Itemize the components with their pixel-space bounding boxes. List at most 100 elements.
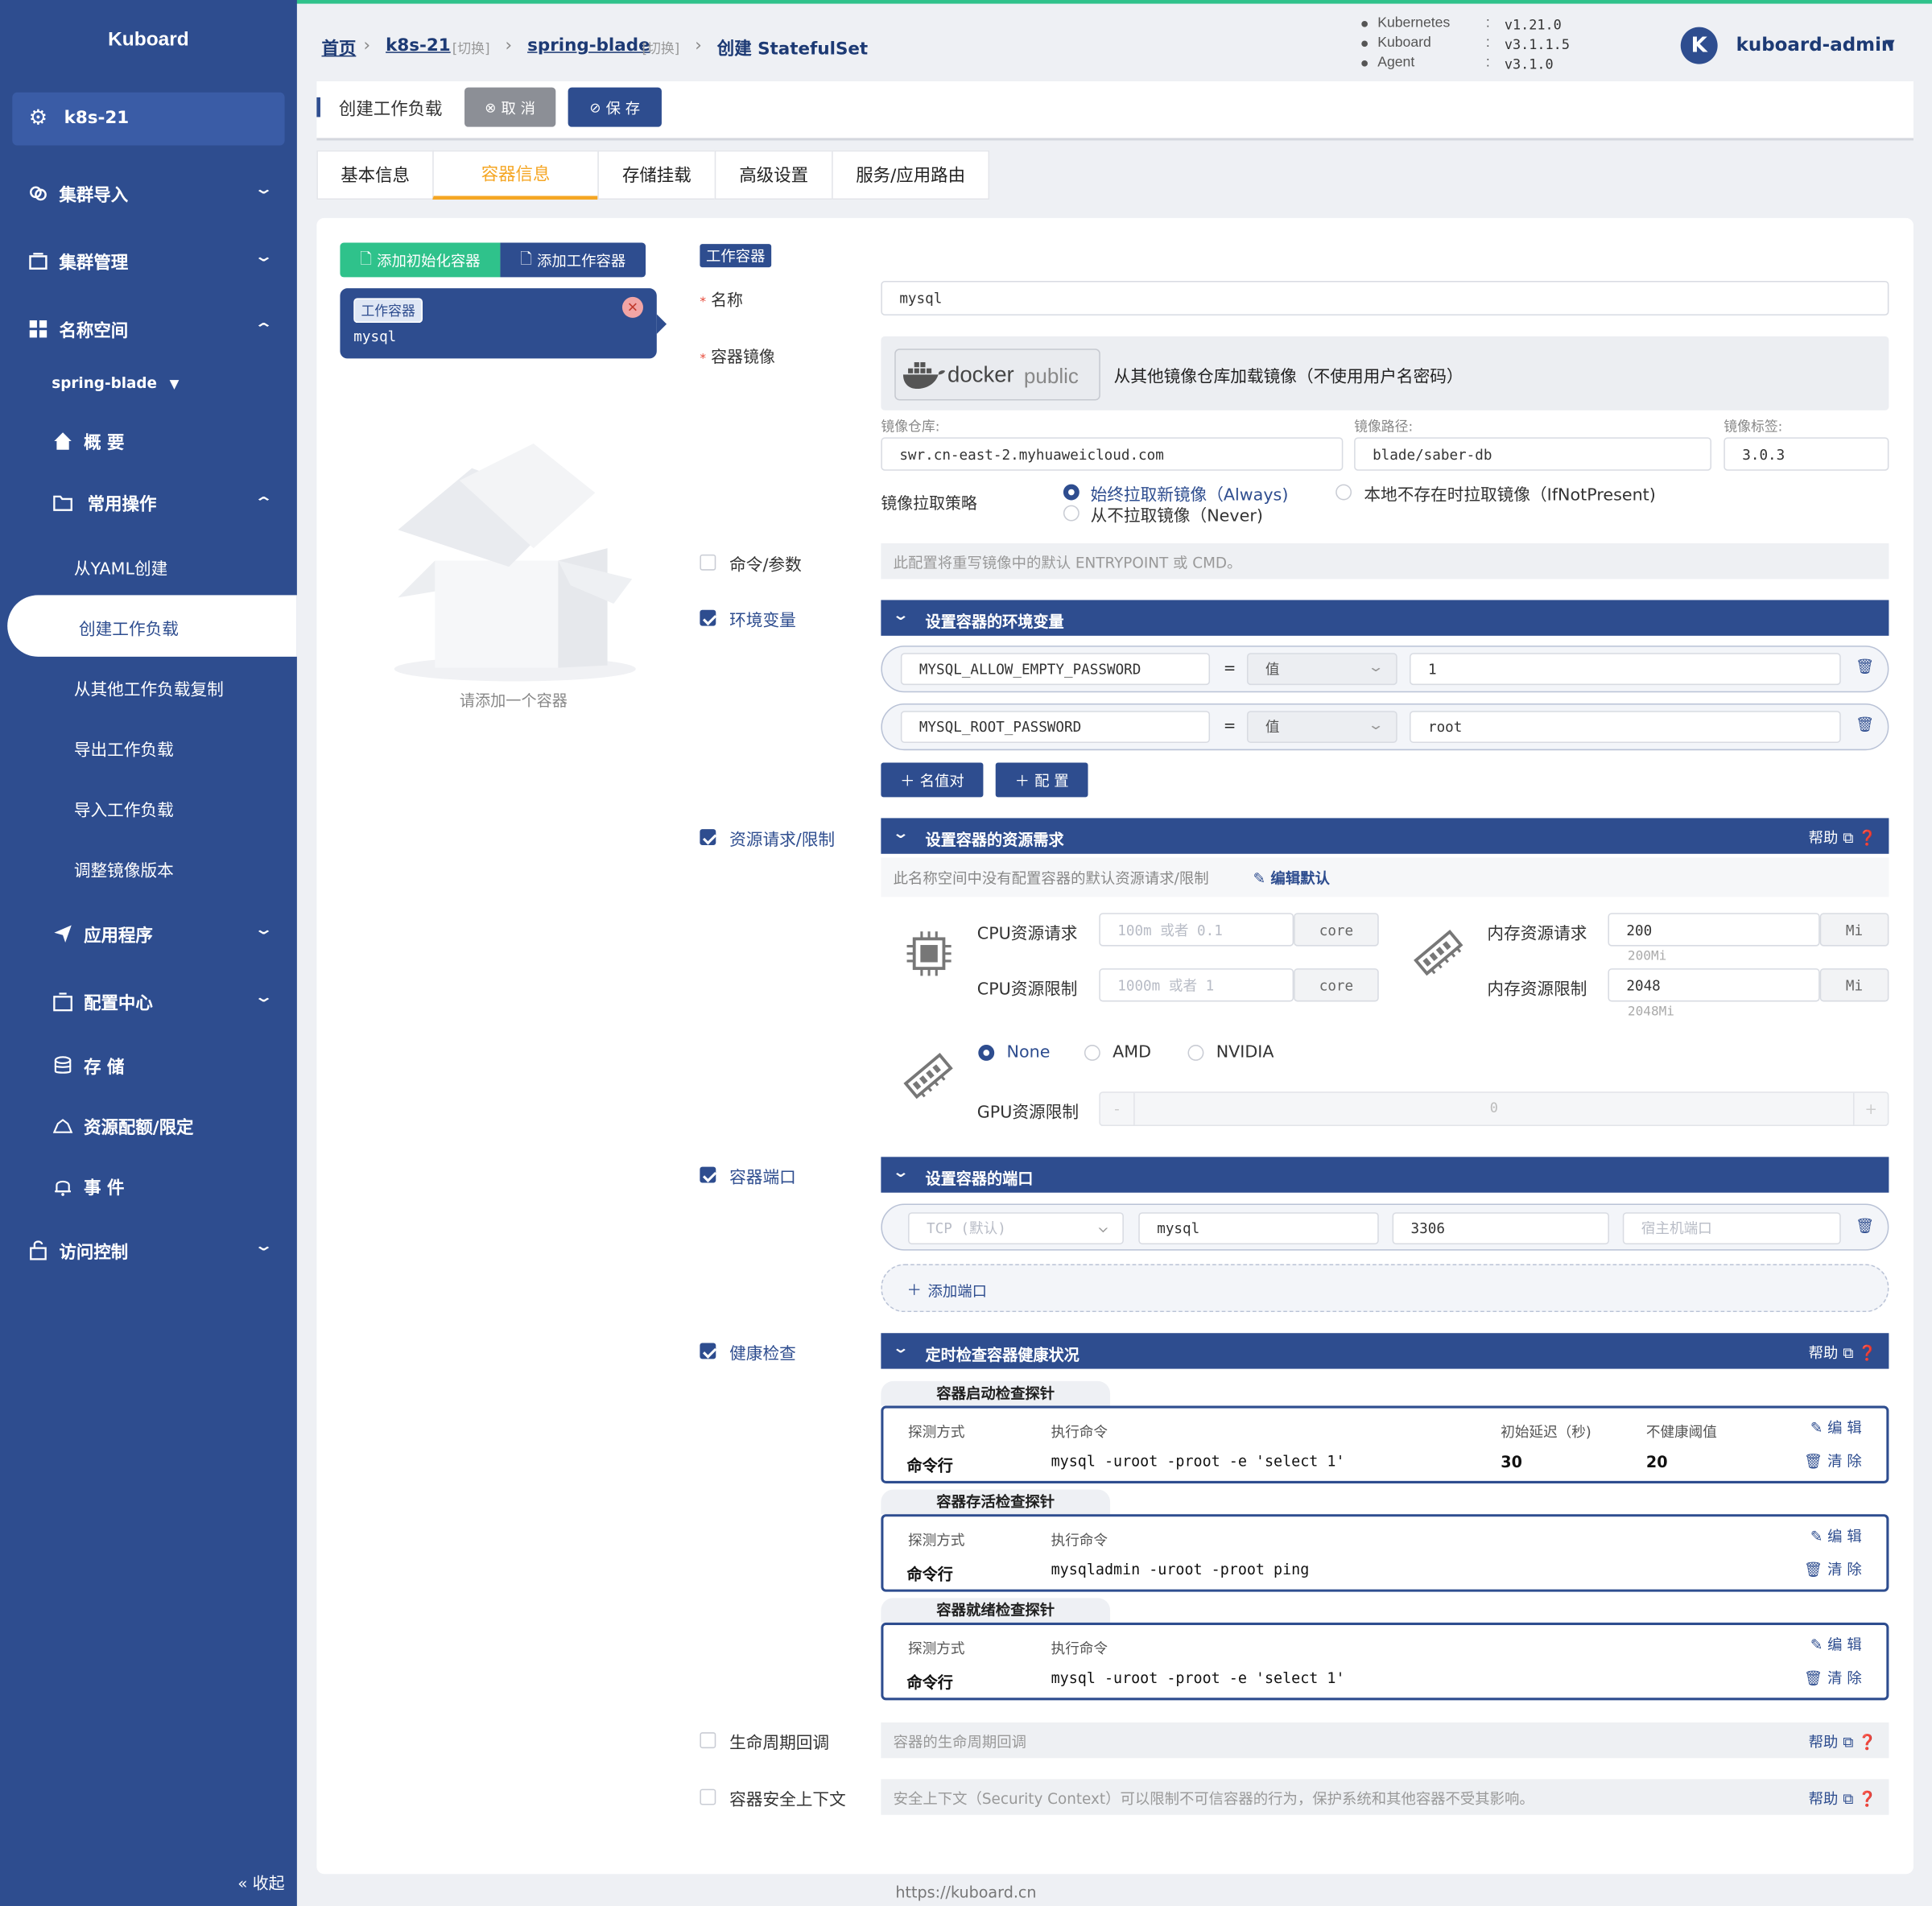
probe-clear-button[interactable]: 🗑 清 除 xyxy=(1804,1558,1862,1579)
tab-container-info[interactable]: 容器信息 xyxy=(432,150,599,200)
add-work-container-button[interactable]: 🗋 添加工作容器 xyxy=(500,242,646,278)
env-value-input[interactable]: root xyxy=(1410,711,1841,744)
user-name[interactable]: kuboard-admin xyxy=(1736,33,1895,56)
gpu-amd-label[interactable]: AMD xyxy=(1113,1042,1151,1062)
resource-checkbox[interactable] xyxy=(700,829,716,846)
help-link[interactable]: 帮助 ⧉ ❓ xyxy=(1809,1731,1876,1752)
sidebar-item-cluster-manage[interactable]: 集群管理 ⌄ xyxy=(0,237,297,286)
gpu-limit-stepper[interactable]: - 0 + xyxy=(1099,1091,1889,1127)
mem-limit-input[interactable]: 2048 xyxy=(1608,968,1820,1002)
pull-never-label[interactable]: 从不拉取镜像（Never) xyxy=(1091,501,1263,526)
security-context-checkbox[interactable] xyxy=(700,1788,716,1805)
gpu-plus-button[interactable]: + xyxy=(1853,1092,1888,1125)
health-header[interactable]: ⌄ 定时检查容器健康状况 帮助 ⧉ ❓ xyxy=(881,1333,1889,1369)
help-link[interactable]: 帮助 ⧉ ❓ xyxy=(1809,1342,1876,1363)
probe-clear-button[interactable]: 🗑 清 除 xyxy=(1804,1667,1862,1688)
resource-header[interactable]: ⌄ 设置容器的资源需求 帮助 ⧉ ❓ xyxy=(881,818,1889,854)
edit-default-link[interactable]: ✎ 编辑默认 xyxy=(1253,868,1330,889)
env-type-select[interactable]: 值 ⌄ xyxy=(1246,653,1397,686)
name-input[interactable]: mysql xyxy=(881,280,1889,316)
sidebar-item-storage[interactable]: 存 储 xyxy=(0,1041,297,1090)
port-protocol-select[interactable]: TCP (默认) ⌄ xyxy=(908,1212,1124,1245)
pull-ifnotpresent-label[interactable]: 本地不存在时拉取镜像（IfNotPresent) xyxy=(1364,481,1655,505)
gpu-nvidia-label[interactable]: NVIDIA xyxy=(1216,1042,1274,1062)
breadcrumb-cluster[interactable]: k8s-21 xyxy=(386,35,451,55)
add-config-button[interactable]: ＋配 置 xyxy=(995,762,1088,798)
env-name-input[interactable]: MYSQL_ROOT_PASSWORD xyxy=(900,711,1211,744)
logo[interactable]: Kuboard xyxy=(0,30,297,52)
add-port-button[interactable]: ＋ 添加端口 xyxy=(881,1264,1889,1313)
sidebar-item-config-center[interactable]: 配置中心 ⌄ xyxy=(0,977,297,1026)
gpu-nvidia-radio[interactable] xyxy=(1187,1045,1204,1061)
pull-ifnotpresent-radio[interactable] xyxy=(1335,484,1352,501)
container-card[interactable]: 工作容器 mysql ✕ xyxy=(340,288,667,359)
sidebar-item-cluster-import[interactable]: 集群导入 ⌄ xyxy=(0,169,297,218)
tab-advanced[interactable]: 高级设置 xyxy=(714,150,833,200)
trash-icon[interactable]: 🗑 xyxy=(1856,716,1874,732)
breadcrumb-switch-namespace[interactable]: [切换] xyxy=(642,38,679,57)
namespace-selector[interactable]: spring-blade ▼ xyxy=(52,374,179,391)
mem-request-input[interactable]: 200 xyxy=(1608,913,1820,947)
health-checkbox[interactable] xyxy=(700,1343,716,1359)
probe-edit-button[interactable]: ✎ 编 辑 xyxy=(1810,1634,1862,1655)
trash-icon[interactable]: 🗑 xyxy=(1856,1217,1874,1234)
sidebar-subitem-create-workload[interactable]: 创建工作负载 xyxy=(7,595,297,657)
sidebar-item-common-ops[interactable]: 常用操作 ⌄ xyxy=(0,478,297,527)
add-init-container-button[interactable]: 🗋 添加初始化容器 xyxy=(340,242,501,278)
breadcrumb-home[interactable]: 首页 xyxy=(321,35,356,60)
sidebar-subitem-adjust-image[interactable]: 调整镜像版本 xyxy=(0,843,297,892)
cpu-limit-input[interactable]: 1000m 或者 1 xyxy=(1099,968,1294,1002)
gpu-minus-button[interactable]: - xyxy=(1100,1092,1135,1125)
sidebar-item-access-control[interactable]: 访问控制 ⌄ xyxy=(0,1226,297,1275)
sidebar-subitem-copy-workload[interactable]: 从其他工作负载复制 xyxy=(0,662,297,711)
env-header[interactable]: ⌄ 设置容器的环境变量 xyxy=(881,600,1889,636)
breadcrumb-switch-cluster[interactable]: [切换] xyxy=(452,38,490,57)
env-name-input[interactable]: MYSQL_ALLOW_EMPTY_PASSWORD xyxy=(900,653,1211,686)
sidebar-item-overview[interactable]: 概 要 xyxy=(0,416,297,465)
pull-always-radio[interactable] xyxy=(1063,484,1080,501)
port-checkbox[interactable] xyxy=(700,1166,716,1183)
sidebar-subitem-export-workload[interactable]: 导出工作负载 xyxy=(0,722,297,771)
tab-service-route[interactable]: 服务/应用路由 xyxy=(832,150,990,200)
env-checkbox[interactable] xyxy=(700,609,716,626)
lifecycle-checkbox[interactable] xyxy=(700,1732,716,1749)
port-header[interactable]: ⌄ 设置容器的端口 xyxy=(881,1157,1889,1193)
sidebar-subitem-from-yaml[interactable]: 从YAML创建 xyxy=(0,541,297,590)
pull-never-radio[interactable] xyxy=(1063,505,1080,522)
gpu-none-label[interactable]: None xyxy=(1007,1042,1051,1062)
port-name-input[interactable]: mysql xyxy=(1138,1212,1379,1245)
tag-input[interactable]: 3.0.3 xyxy=(1724,437,1889,471)
help-link[interactable]: 帮助 ⧉ ❓ xyxy=(1809,827,1876,848)
gpu-none-radio[interactable] xyxy=(978,1045,995,1061)
save-button[interactable]: ⊘ 保 存 xyxy=(568,87,662,127)
tab-storage[interactable]: 存储挂载 xyxy=(597,150,716,200)
add-kv-button[interactable]: ＋名值对 xyxy=(881,762,984,798)
probe-clear-button[interactable]: 🗑 清 除 xyxy=(1804,1450,1862,1471)
cancel-button[interactable]: ⊗ 取 消 xyxy=(464,87,556,127)
breadcrumb-namespace[interactable]: spring-blade xyxy=(527,35,650,55)
footer-link[interactable]: https://kuboard.cn xyxy=(0,1883,1932,1901)
path-input[interactable]: blade/saber-db xyxy=(1354,437,1712,471)
container-port-input[interactable]: 3306 xyxy=(1392,1212,1609,1245)
caret-down-icon[interactable]: ▼ xyxy=(1885,38,1895,52)
cluster-selector[interactable]: ⚙ k8s-21 xyxy=(12,92,285,146)
gpu-amd-radio[interactable] xyxy=(1084,1045,1100,1061)
trash-icon[interactable]: 🗑 xyxy=(1856,658,1874,675)
cmd-checkbox[interactable] xyxy=(700,554,716,571)
sidebar-item-quota[interactable]: 资源配额/限定 xyxy=(0,1101,297,1150)
probe-edit-button[interactable]: ✎ 编 辑 xyxy=(1810,1417,1862,1438)
sidebar-item-applications[interactable]: 应用程序 ⌄ xyxy=(0,910,297,959)
sidebar-subitem-import-workload[interactable]: 导入工作负载 xyxy=(0,782,297,831)
help-link[interactable]: 帮助 ⧉ ❓ xyxy=(1809,1788,1876,1809)
host-port-input[interactable]: 宿主机端口 xyxy=(1622,1212,1841,1245)
repo-input[interactable]: swr.cn-east-2.myhuaweicloud.com xyxy=(881,437,1344,471)
tab-basic-info[interactable]: 基本信息 xyxy=(316,150,434,200)
env-value-input[interactable]: 1 xyxy=(1410,653,1841,686)
sidebar-item-namespace[interactable]: 名称空间 ⌄ xyxy=(0,304,297,353)
sidebar-item-events[interactable]: 事 件 xyxy=(0,1161,297,1211)
docker-public-logo[interactable]: docker public xyxy=(894,349,1100,401)
avatar[interactable]: K xyxy=(1680,27,1718,64)
env-type-select[interactable]: 值 ⌄ xyxy=(1246,711,1397,744)
cpu-request-input[interactable]: 100m 或者 0.1 xyxy=(1099,913,1294,947)
probe-edit-button[interactable]: ✎ 编 辑 xyxy=(1810,1525,1862,1546)
